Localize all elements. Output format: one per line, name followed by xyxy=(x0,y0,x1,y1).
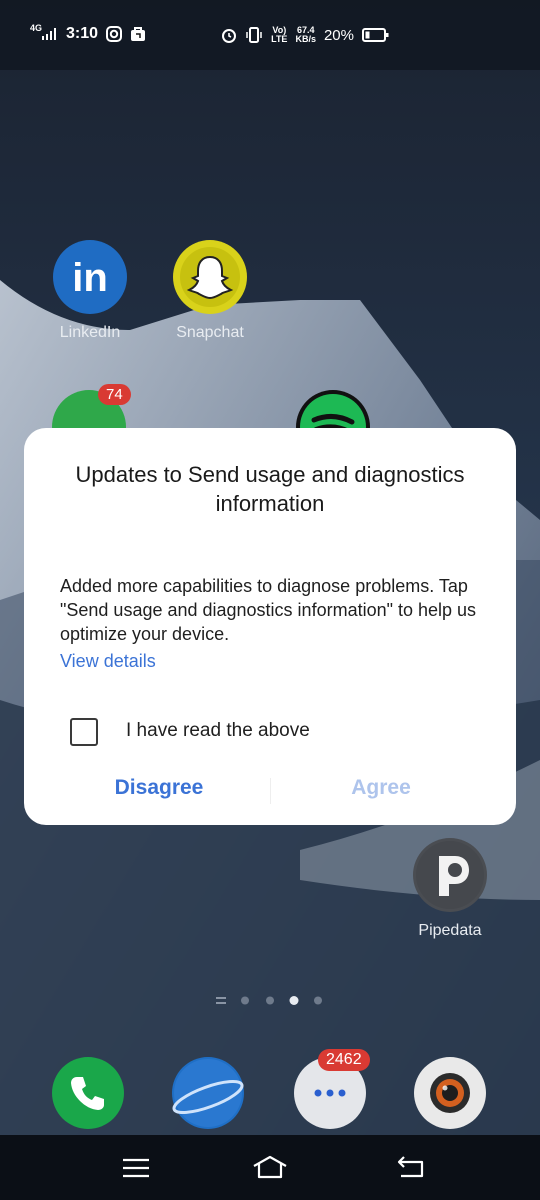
phone-icon[interactable] xyxy=(52,1057,124,1129)
navigation-bar xyxy=(0,1135,540,1200)
read-checkbox[interactable] xyxy=(70,718,98,746)
view-details-link[interactable]: View details xyxy=(60,651,156,672)
status-right: Vo) LTE 67.4 KB/s 20% xyxy=(221,26,390,44)
alarm-icon xyxy=(222,29,237,43)
camera-icon[interactable] xyxy=(414,1057,486,1129)
app-label: Pipedata xyxy=(418,922,482,939)
button-divider xyxy=(270,778,271,804)
home-icon[interactable] xyxy=(252,1155,288,1179)
agree-button[interactable]: Agree xyxy=(291,776,471,800)
network-speed: 67.4 KB/s xyxy=(295,25,316,44)
vibrate-icon xyxy=(246,27,262,43)
battery-percent: 20% xyxy=(323,26,354,44)
app-label: LinkedIn xyxy=(59,324,121,341)
shopping-bag-icon xyxy=(131,27,146,41)
messages-badge: 2462 xyxy=(318,1049,370,1071)
clock: 3:10 xyxy=(66,25,99,42)
checkbox-label[interactable]: I have read the above xyxy=(126,720,310,742)
page-indicator xyxy=(216,996,322,1005)
app-snapchat[interactable]: Snapchat xyxy=(160,240,260,342)
dialog-title: Updates to Send usage and diagnostics in… xyxy=(75,462,465,516)
app-pipedata[interactable]: Pipedata xyxy=(400,838,500,940)
instagram-icon xyxy=(106,26,123,42)
signal-icon xyxy=(42,28,57,40)
disagree-button[interactable]: Disagree xyxy=(69,776,249,800)
dialog-body: Added more capabilities to diagnose prob… xyxy=(60,576,477,644)
update-dialog: Updates to Send usage and diagnostics in… xyxy=(24,428,516,825)
app-linkedin[interactable]: in LinkedIn xyxy=(40,240,140,342)
snapchat-icon xyxy=(173,240,247,314)
status-left: 4G 3:10 xyxy=(30,22,146,43)
status-bar: 4G 3:10 Vo) LTE 67.4 KB/s 20% xyxy=(0,0,540,70)
back-icon[interactable] xyxy=(396,1155,426,1179)
linkedin-icon: in xyxy=(53,240,127,314)
whatsapp-badge: 74 xyxy=(98,384,131,405)
volte-indicator: Vo) LTE xyxy=(271,25,288,44)
browser-icon[interactable] xyxy=(172,1057,244,1129)
pipedata-icon xyxy=(413,838,487,912)
network-type: 4G xyxy=(30,22,43,33)
app-label: Snapchat xyxy=(176,324,244,341)
svg-text:in: in xyxy=(72,256,108,300)
battery-icon xyxy=(362,28,389,42)
menu-icon[interactable] xyxy=(122,1157,150,1179)
